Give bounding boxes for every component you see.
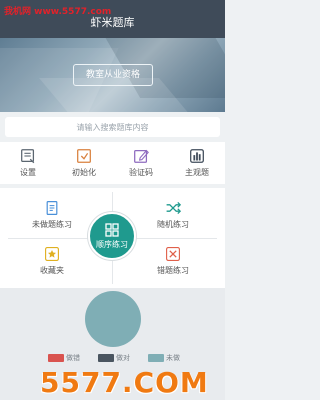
- wrong-practice-label: 错题练习: [157, 266, 189, 275]
- practice-grid: 未做题练习 随机练习 收藏夹 错题练习 顺序练习: [0, 188, 225, 288]
- watermark-bottom: 5577.COM: [40, 366, 209, 399]
- app-header: 虾米题库 我机网 www.5577.com: [0, 0, 225, 38]
- legend-label: 未做: [166, 354, 180, 362]
- legend-undone: 未做: [148, 353, 180, 363]
- captcha-button[interactable]: 验证码: [113, 146, 169, 182]
- chart-icon: [190, 149, 204, 163]
- document-icon: [46, 201, 58, 215]
- sequential-practice-label: 顺序练习: [96, 240, 128, 249]
- shuffle-icon: [166, 201, 181, 215]
- legend-swatch: [148, 354, 164, 362]
- watermark-top: 我机网 www.5577.com: [4, 7, 112, 17]
- initialize-button[interactable]: 初始化: [56, 146, 112, 182]
- search-bar: [0, 112, 225, 142]
- legend-wrong: 做错: [48, 353, 80, 363]
- sequential-practice-button[interactable]: 顺序练习: [88, 212, 136, 260]
- random-practice-button[interactable]: 随机练习: [133, 200, 213, 230]
- toolbar: 设置 初始化 验证码 主观题: [0, 142, 225, 184]
- initialize-label: 初始化: [72, 168, 96, 177]
- grid-icon: [105, 223, 119, 237]
- favorites-label: 收藏夹: [40, 266, 64, 275]
- edit-icon: [134, 149, 149, 163]
- undone-practice-button[interactable]: 未做题练习: [12, 200, 92, 230]
- legend-label: 做对: [116, 354, 130, 362]
- captcha-label: 验证码: [129, 168, 153, 177]
- reset-icon: [77, 149, 91, 163]
- star-icon: [45, 247, 59, 261]
- progress-chart: [85, 291, 141, 347]
- wrong-practice-button[interactable]: 错题练习: [133, 246, 213, 276]
- legend-swatch: [98, 354, 114, 362]
- subjective-label: 主观题: [185, 168, 209, 177]
- undone-practice-label: 未做题练习: [32, 220, 72, 229]
- legend-correct: 做对: [98, 353, 130, 363]
- settings-label: 设置: [20, 168, 36, 177]
- banner: 教室从业资格: [0, 38, 225, 112]
- legend-swatch: [48, 354, 64, 362]
- favorites-button[interactable]: 收藏夹: [12, 246, 92, 276]
- subjective-button[interactable]: 主观题: [169, 146, 225, 182]
- settings-icon: [21, 149, 35, 164]
- settings-button[interactable]: 设置: [0, 146, 56, 182]
- qualification-button[interactable]: 教室从业资格: [73, 64, 153, 86]
- search-input[interactable]: [5, 117, 220, 137]
- random-practice-label: 随机练习: [157, 220, 189, 229]
- wrong-icon: [166, 247, 180, 261]
- legend-label: 做错: [66, 354, 80, 362]
